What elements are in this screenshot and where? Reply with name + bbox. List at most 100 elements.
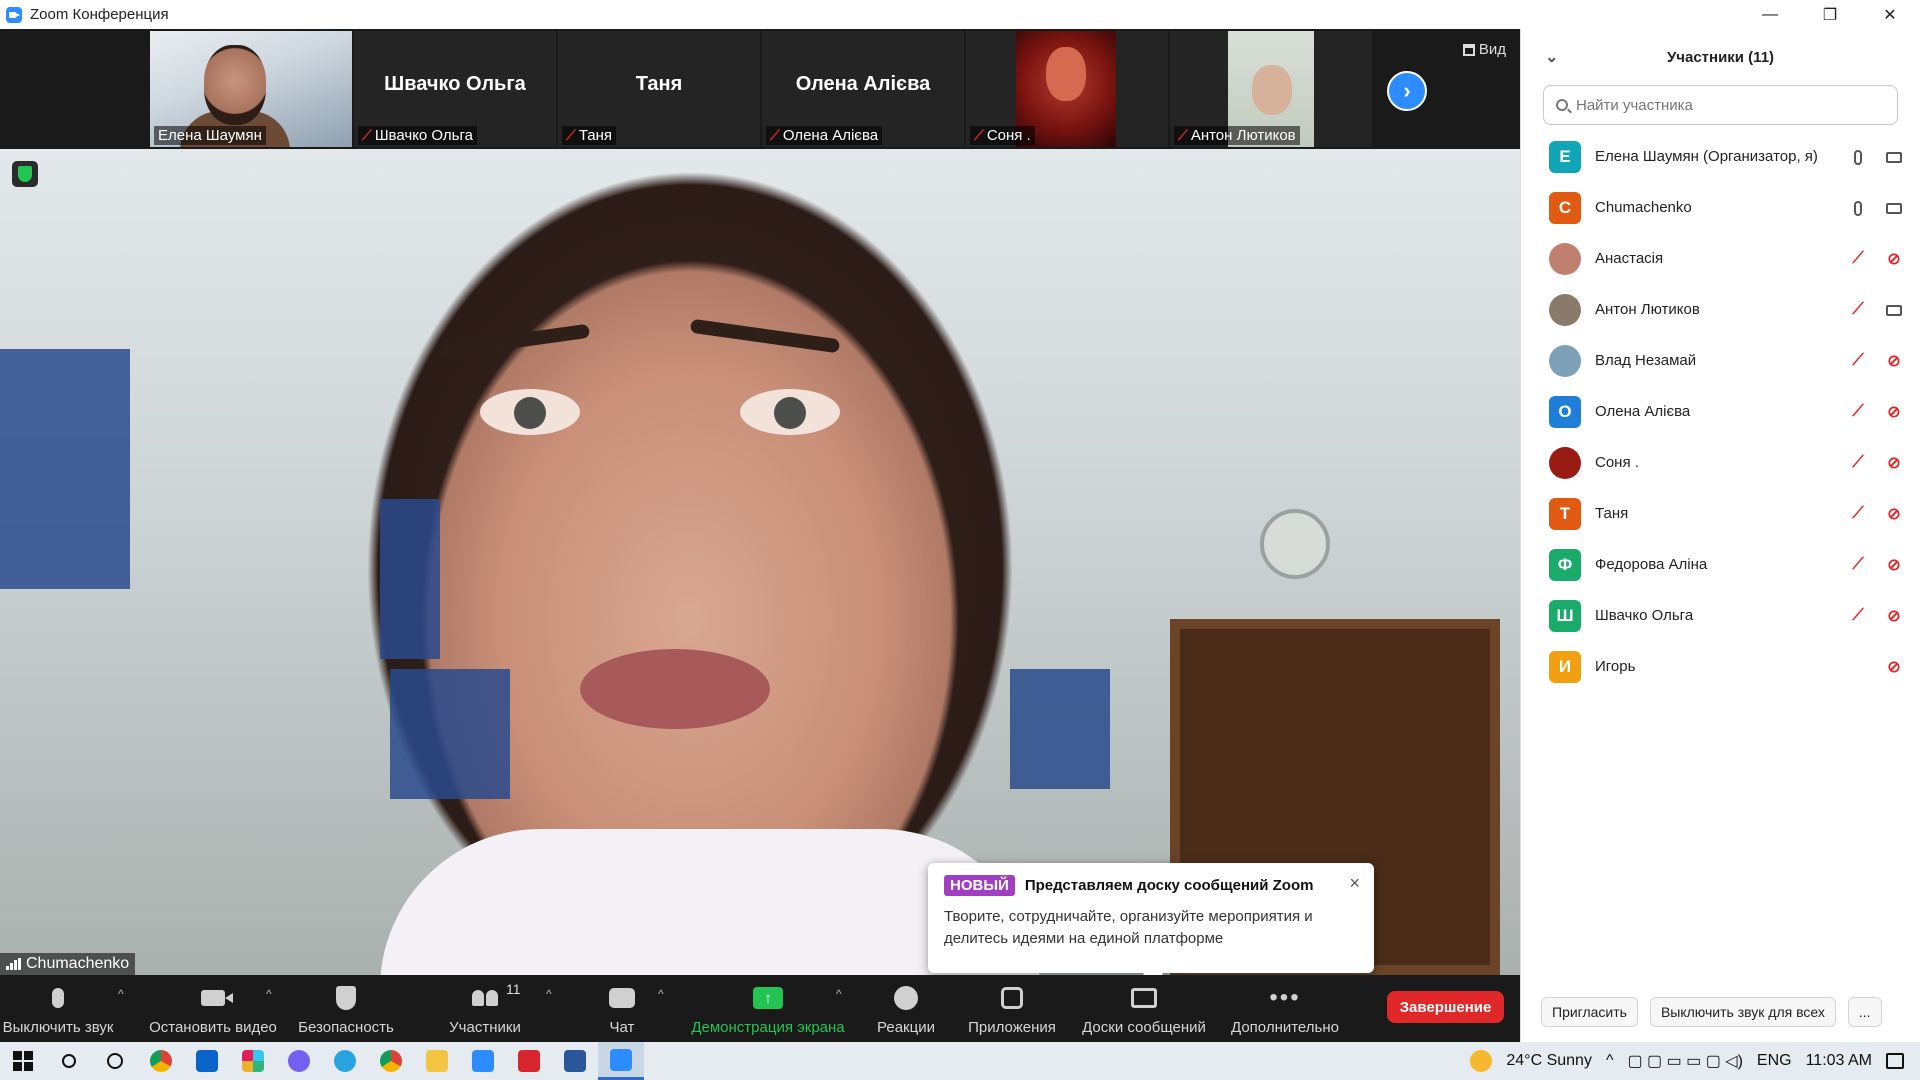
tile-name-label: ⟋ Швачко Ольга bbox=[358, 126, 477, 145]
mute-all-button[interactable]: Выключить звук для всех bbox=[1649, 997, 1836, 1027]
video-options-caret[interactable]: ^ bbox=[266, 987, 272, 1001]
word-app[interactable] bbox=[552, 1042, 598, 1080]
video-camera-off-icon[interactable]: ⊘ bbox=[1884, 555, 1904, 575]
participant-row[interactable]: Антон Лютиков ⟋ bbox=[1521, 284, 1920, 335]
task-view-button[interactable] bbox=[92, 1042, 138, 1080]
video-tile-anton[interactable]: ⟋ Антон Лютиков bbox=[1170, 31, 1372, 147]
next-page-button[interactable]: › bbox=[1387, 71, 1427, 111]
viber-icon bbox=[288, 1050, 310, 1072]
panel-more-button[interactable]: ... bbox=[1847, 997, 1882, 1027]
video-tile-elena[interactable]: Елена Шаумян bbox=[150, 31, 352, 147]
participant-name: Швачко Ольга bbox=[1595, 607, 1694, 624]
slack-app[interactable] bbox=[230, 1042, 276, 1080]
clock[interactable]: 11:03 AM bbox=[1806, 1052, 1872, 1070]
share-options-caret[interactable]: ^ bbox=[836, 987, 842, 1001]
avatar bbox=[1549, 446, 1581, 479]
video-camera-icon[interactable] bbox=[1884, 198, 1904, 218]
participant-name: Олена Алієва bbox=[1595, 403, 1691, 420]
mute-button[interactable]: Выключить звук bbox=[3, 975, 113, 1042]
video-tile-tanya[interactable]: Таня ⟋ Таня bbox=[558, 31, 760, 147]
microphone-icon[interactable] bbox=[1848, 198, 1868, 218]
pdf-app[interactable] bbox=[506, 1042, 552, 1080]
security-button[interactable]: Безопасность bbox=[296, 975, 396, 1042]
microphone-muted-icon[interactable]: ⟋ bbox=[1848, 504, 1868, 524]
tray-device-icons[interactable]: ▢ ▢ ▭ ▭ ▢ ◁) bbox=[1627, 1051, 1742, 1071]
participant-name: Елена Шаумян (Организатор, я) bbox=[1595, 148, 1818, 165]
viber-app[interactable] bbox=[276, 1042, 322, 1080]
speaker-brow bbox=[689, 318, 841, 354]
microphone-muted-icon[interactable]: ⟋ bbox=[1848, 300, 1868, 320]
video-camera-off-icon[interactable]: ⊘ bbox=[1884, 453, 1904, 473]
avatar: Ф bbox=[1549, 548, 1581, 581]
video-tile-sonya[interactable]: ⟋ Соня . bbox=[966, 31, 1168, 147]
participant-row[interactable]: Соня . ⟋ ⊘ bbox=[1521, 437, 1920, 488]
stop-video-button[interactable]: Остановить видео bbox=[148, 975, 278, 1042]
participant-row[interactable]: И Игорь ⊘ bbox=[1521, 641, 1920, 692]
view-button[interactable]: Вид bbox=[1462, 41, 1506, 58]
microphone-icon bbox=[52, 988, 64, 1008]
telegram-app[interactable] bbox=[322, 1042, 368, 1080]
language-indicator[interactable]: ENG bbox=[1757, 1052, 1792, 1070]
minimize-button[interactable]: — bbox=[1740, 0, 1800, 29]
file-explorer-app[interactable] bbox=[414, 1042, 460, 1080]
avatar: E bbox=[1549, 140, 1581, 173]
video-camera-off-icon[interactable]: ⊘ bbox=[1884, 606, 1904, 626]
tray-chevron-icon[interactable]: ^ bbox=[1606, 1052, 1614, 1070]
video-tile-shvachko[interactable]: Швачко Ольга ⟋ Швачко Ольга bbox=[354, 31, 556, 147]
invite-button[interactable]: Пригласить bbox=[1541, 997, 1638, 1027]
chrome-profile-app[interactable] bbox=[368, 1042, 414, 1080]
microphone-muted-icon[interactable]: ⟋ bbox=[1848, 555, 1868, 575]
participant-row[interactable]: O Олена Алієва ⟋ ⊘ bbox=[1521, 386, 1920, 437]
tile-big-name: Олена Алієва bbox=[795, 73, 931, 95]
tile-name-label: ⟋ Антон Лютиков bbox=[1174, 126, 1300, 145]
search-input[interactable] bbox=[1576, 96, 1876, 114]
participants-options-caret[interactable]: ^ bbox=[546, 987, 552, 1001]
apps-button[interactable]: Приложения bbox=[962, 975, 1062, 1042]
participant-row[interactable]: Влад Незамай ⟋ ⊘ bbox=[1521, 335, 1920, 386]
participant-name: Антон Лютиков bbox=[1595, 301, 1700, 318]
reactions-button[interactable]: Реакции bbox=[866, 975, 946, 1042]
close-button[interactable]: ✕ bbox=[1860, 0, 1920, 29]
video-camera-off-icon[interactable]: ⊘ bbox=[1884, 249, 1904, 269]
whiteboards-button[interactable]: Доски сообщений bbox=[1076, 975, 1212, 1042]
muted-mic-icon: ⟋ bbox=[566, 127, 576, 143]
chat-button[interactable]: Чат bbox=[592, 975, 652, 1042]
zoom-app-2[interactable] bbox=[460, 1042, 506, 1080]
participant-row[interactable]: Ф Федорова Аліна ⟋ ⊘ bbox=[1521, 539, 1920, 590]
participant-row[interactable]: E Елена Шаумян (Организатор, я) bbox=[1521, 131, 1920, 182]
participant-row[interactable]: C Chumachenko bbox=[1521, 182, 1920, 233]
whiteboard-promo-toast[interactable]: НОВЫЙ Представляем доску сообщений Zoom … bbox=[928, 863, 1374, 984]
end-meeting-button[interactable]: Завершение bbox=[1387, 991, 1504, 1023]
weather-text[interactable]: 24°C Sunny bbox=[1506, 1052, 1592, 1070]
video-camera-off-icon[interactable]: ⊘ bbox=[1884, 504, 1904, 524]
video-camera-off-icon[interactable]: ⊘ bbox=[1884, 351, 1904, 371]
encryption-shield-icon[interactable] bbox=[12, 161, 38, 187]
microphone-muted-icon[interactable]: ⟋ bbox=[1848, 402, 1868, 422]
participant-row[interactable]: Ш Швачко Ольга ⟋ ⊘ bbox=[1521, 590, 1920, 641]
participant-row[interactable]: Анастасія ⟋ ⊘ bbox=[1521, 233, 1920, 284]
close-icon[interactable]: × bbox=[1349, 873, 1360, 894]
microphone-muted-icon[interactable]: ⟋ bbox=[1848, 606, 1868, 626]
audio-options-caret[interactable]: ^ bbox=[118, 987, 124, 1001]
search-taskbar-button[interactable] bbox=[46, 1042, 92, 1080]
share-screen-button[interactable]: ↑ Демонстрация экрана bbox=[688, 975, 848, 1042]
chat-options-caret[interactable]: ^ bbox=[658, 987, 664, 1001]
notifications-icon[interactable] bbox=[1886, 1053, 1904, 1069]
zoom-app-active[interactable] bbox=[598, 1042, 644, 1080]
video-tile-olena[interactable]: Олена Алієва ⟋ Олена Алієва bbox=[762, 31, 964, 147]
video-camera-off-icon[interactable]: ⊘ bbox=[1884, 657, 1904, 677]
more-button[interactable]: ••• Дополнительно bbox=[1226, 975, 1344, 1042]
chevron-down-icon[interactable]: ⌄ bbox=[1545, 47, 1558, 67]
restore-button[interactable]: ❐ bbox=[1800, 0, 1860, 29]
microphone-muted-icon[interactable]: ⟋ bbox=[1848, 351, 1868, 371]
video-camera-off-icon[interactable]: ⊘ bbox=[1884, 402, 1904, 422]
chrome-app[interactable] bbox=[138, 1042, 184, 1080]
start-button[interactable] bbox=[0, 1042, 46, 1080]
participant-row[interactable]: T Таня ⟋ ⊘ bbox=[1521, 488, 1920, 539]
microphone-muted-icon[interactable]: ⟋ bbox=[1848, 249, 1868, 269]
microphone-muted-icon[interactable]: ⟋ bbox=[1848, 453, 1868, 473]
outlook-app[interactable] bbox=[184, 1042, 230, 1080]
video-camera-icon[interactable] bbox=[1884, 147, 1904, 167]
video-camera-icon[interactable] bbox=[1884, 300, 1904, 320]
microphone-icon[interactable] bbox=[1848, 147, 1868, 167]
